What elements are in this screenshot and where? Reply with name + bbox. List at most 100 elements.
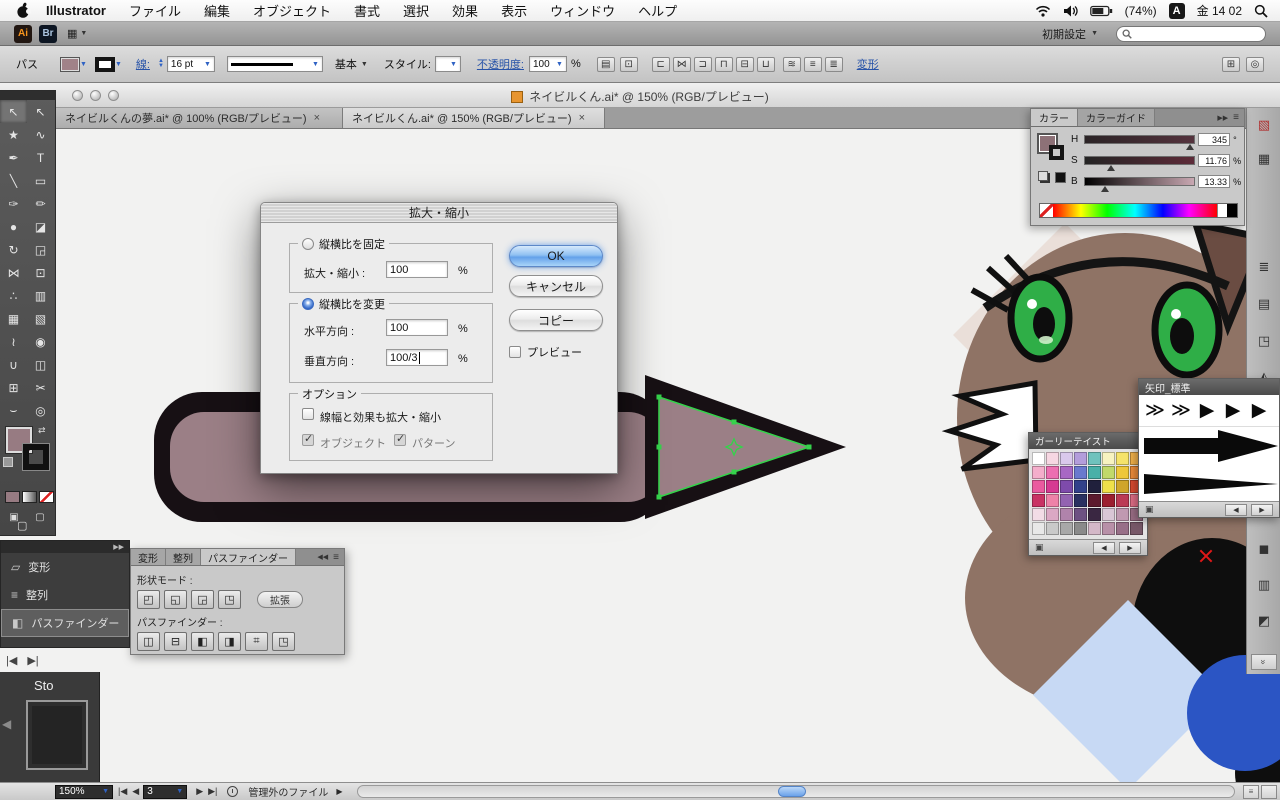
symbol-group-icon[interactable]: ▣ [1145,504,1154,515]
pencil-tool[interactable]: ✏ [27,192,54,215]
swatch-36[interactable] [1088,508,1101,521]
swatch-20[interactable] [1088,480,1101,493]
menu-item-0[interactable]: ファイル [129,1,181,20]
live-paint-selection-tool[interactable]: ◫ [27,353,54,376]
selection-tool[interactable]: ↖ [0,100,27,123]
dock-header[interactable]: ▶▶ [1,541,129,553]
copy-button[interactable]: コピー [509,309,603,331]
black-swatch[interactable] [1227,204,1237,217]
input-source-menu[interactable]: A [1168,2,1185,19]
menu-item-6[interactable]: 表示 [501,1,527,20]
apple-menu-icon[interactable] [16,2,31,19]
fill-color-swatch[interactable] [60,56,80,72]
document-tab-active[interactable]: ネイビルくん.ai* @ 150% (RGB/プレビュー) × [343,108,605,128]
swatch-27[interactable] [1074,494,1087,507]
align-horizontal-left-button[interactable]: ⊏ [651,56,670,72]
eraser-tool[interactable]: ◪ [27,215,54,238]
arrow-style-2[interactable]: ▶ [1194,399,1220,422]
tab-color[interactable]: カラー [1031,109,1078,126]
arrange-documents-menu[interactable]: ▦ ▼ [67,27,87,40]
distribute-left-button[interactable]: ≋ [782,56,801,72]
zoom-level-dropdown[interactable]: 150% ▼ [55,784,113,799]
scroll-more-button[interactable]: » [1251,654,1277,670]
align-vertical-bottom-button[interactable]: ⊔ [756,56,775,72]
stroke-weight-field[interactable]: 16 pt ▼ [166,56,215,72]
stroke-panel-icon[interactable]: ≣ [1253,256,1275,278]
next-icon[interactable]: ▶ [1119,541,1141,554]
line-segment-tool[interactable]: ╲ [0,169,27,192]
none-button[interactable] [39,491,54,503]
select-similar-button[interactable]: ◎ [1246,56,1264,72]
opacity-panel-link[interactable]: 不透明度: [477,56,524,72]
swatch-1[interactable] [1046,452,1059,465]
app-menu-title[interactable]: Illustrator [46,3,106,18]
gradient-button[interactable] [22,491,37,503]
uniform-radio[interactable] [302,238,314,250]
rotate-tool[interactable]: ↻ [0,238,27,261]
panel-menu-icon[interactable]: ≡ [333,552,339,563]
prev-icon[interactable]: ◀ [1225,503,1247,516]
slider-value-H[interactable]: 345 [1198,133,1231,146]
menu-item-2[interactable]: オブジェクト [253,1,331,20]
first-page-icon[interactable]: |◀ [6,654,17,667]
artboard-tool[interactable]: ⊞ [0,376,27,399]
spotlight-icon[interactable] [1254,4,1268,18]
prev-artboard-button[interactable]: ◀ [132,786,139,797]
menu-item-3[interactable]: 書式 [354,1,380,20]
menu-clock[interactable]: 金 14 02 [1197,2,1242,19]
swatch-22[interactable] [1116,480,1129,493]
swatch-21[interactable] [1102,480,1115,493]
variable-width-profile-dropdown[interactable]: ▼ [226,56,323,72]
dock-item-transform[interactable]: ▱ 変形 [1,553,129,581]
draw-behind-icon[interactable]: ▢ [29,509,51,525]
swatch-18[interactable] [1060,480,1073,493]
pathfinder-tab-2[interactable]: パスファインダー [201,549,296,565]
slider-thumb-B[interactable] [1100,186,1109,192]
swatch-41[interactable] [1046,522,1059,535]
stroke-proxy-swatch[interactable] [1049,145,1064,160]
spectrum-ramp[interactable] [1053,204,1217,217]
swatch-38[interactable] [1116,508,1129,521]
stepper-down-icon[interactable]: ▼ [158,63,164,69]
scrollbar-thumb[interactable] [777,786,806,797]
collapse-icon[interactable]: ▶▶ [113,543,124,551]
arrow-style-1[interactable]: ≫ [1168,399,1194,422]
swatch-28[interactable] [1088,494,1101,507]
bridge-app-icon[interactable]: Br [39,24,57,43]
symbol-sprayer-tool[interactable]: ∴ [0,284,27,307]
trim-button[interactable]: ⊟ [164,632,187,651]
menu-item-1[interactable]: 編集 [204,1,230,20]
swatch-17[interactable] [1046,480,1059,493]
next-artboard-button[interactable]: ▶ [196,786,203,797]
blob-brush-tool[interactable]: ● [0,215,27,238]
pathfinder-tab-1[interactable]: 整列 [166,549,201,565]
out-of-web-color-icon[interactable] [1038,171,1048,181]
status-menu-arrow-icon[interactable]: ▶ [336,787,342,796]
search-input[interactable] [1136,28,1256,39]
opacity-field[interactable]: 100 ▼ [528,56,567,72]
wifi-icon[interactable] [1035,5,1051,17]
volume-icon[interactable] [1063,5,1078,17]
menu-item-7[interactable]: ウィンドウ [550,1,615,20]
workspace-switcher[interactable]: 初期設定 ▼ [1042,26,1098,42]
mesh-tool[interactable]: ▦ [0,307,27,330]
stroke-color-swatch[interactable] [94,56,115,72]
swatch-2[interactable] [1060,452,1073,465]
swatch-33[interactable] [1046,508,1059,521]
panel-list-icon[interactable]: ≡ [1243,784,1259,799]
outline-button[interactable]: ⌗ [245,632,268,651]
swatch-panel-header[interactable]: ガーリーテイスト [1029,433,1147,449]
tab-close-icon[interactable]: × [579,112,585,124]
swatch-8[interactable] [1032,466,1045,479]
gradient-panel-icon[interactable]: ▤ [1253,293,1275,315]
distribute-right-button[interactable]: ≣ [824,56,843,72]
battery-percent[interactable]: (74%) [1125,4,1157,18]
menu-item-8[interactable]: ヘルプ [638,1,677,20]
panel-menu-icon[interactable]: ≡ [1233,112,1239,123]
appearance-panel-icon[interactable]: ◩ [1253,610,1275,632]
stroke-panel-link[interactable]: 線: [136,56,150,72]
screen-mode-icon[interactable]: ▢ [17,519,27,532]
width-tool[interactable]: ⋈ [0,261,27,284]
swatch-43[interactable] [1074,522,1087,535]
symbols-panel-icon[interactable]: ◼ [1253,538,1275,560]
